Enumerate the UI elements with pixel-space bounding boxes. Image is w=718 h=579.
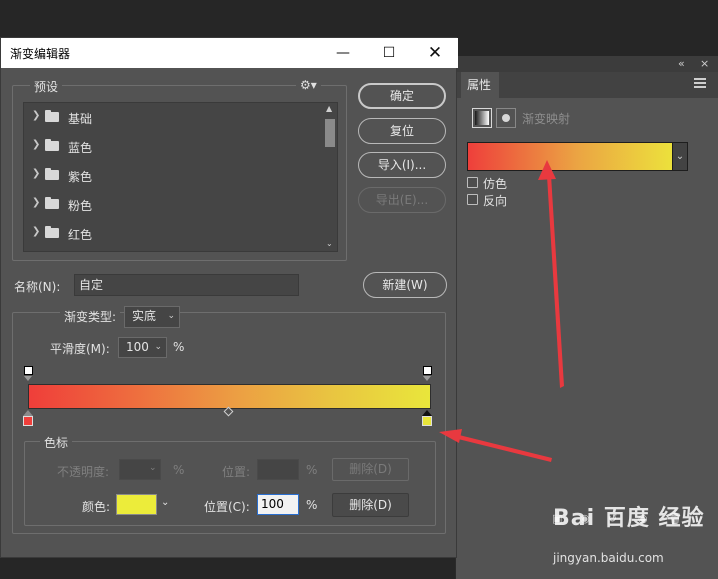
color-dropdown-chevron-icon[interactable]: ⌄ <box>161 497 169 508</box>
preset-label: 紫色 <box>68 170 93 184</box>
folder-icon <box>45 139 59 151</box>
watermark-url: jingyan.baidu.com <box>553 551 664 565</box>
title-bar: 渐变编辑器 — ☐ ✕ <box>1 38 458 68</box>
color-swatch[interactable] <box>116 494 157 515</box>
opacity-location-input[interactable] <box>257 459 299 480</box>
gradient-bar[interactable] <box>28 384 431 409</box>
color-stop-left[interactable] <box>23 416 33 426</box>
preset-folder[interactable]: ❯ 红色 <box>24 219 324 248</box>
scroll-up-icon[interactable]: ▲ <box>326 103 332 116</box>
close-icon[interactable]: ✕ <box>412 38 458 68</box>
reset-button[interactable]: 复位 <box>358 118 446 144</box>
preset-label: 粉色 <box>68 199 93 213</box>
preset-label: 基础 <box>68 112 93 126</box>
opacity-stop-left-pointer <box>24 376 32 381</box>
chevron-down-icon: ⌄ <box>154 342 162 352</box>
gradient-type-label: 渐变类型: <box>60 308 121 325</box>
presets-gear-icon[interactable]: ⚙▾ <box>296 78 321 92</box>
minimize-icon[interactable]: — <box>320 38 366 68</box>
adjustment-title: 渐变映射 <box>522 112 571 126</box>
new-button[interactable]: 新建(W) <box>363 272 447 298</box>
scroll-down-icon[interactable]: ⌄ <box>326 237 333 251</box>
gradient-map-icon[interactable] <box>472 108 492 128</box>
ok-button[interactable]: 确定 <box>358 83 446 109</box>
opacity-delete-button[interactable]: 删除(D) <box>332 458 409 481</box>
name-input[interactable]: 自定 <box>74 274 299 296</box>
panel-menu-icon[interactable] <box>694 78 706 88</box>
folder-icon <box>45 197 59 209</box>
color-location-percent: % <box>306 498 318 512</box>
smoothness-percent: % <box>173 340 185 354</box>
color-stop-right-selected[interactable] <box>422 416 432 426</box>
folder-icon <box>45 226 59 238</box>
folder-icon <box>45 110 59 122</box>
chevron-right-icon[interactable]: ❯ <box>32 139 40 150</box>
mask-icon[interactable] <box>496 108 516 128</box>
gradient-dropdown-chevron-icon[interactable]: ⌄ <box>672 142 688 171</box>
preset-folder[interactable]: ❯ 紫色 <box>24 161 324 190</box>
reverse-checkbox[interactable] <box>467 194 478 205</box>
reverse-label: 反向 <box>483 194 508 208</box>
chevron-right-icon[interactable]: ❯ <box>32 226 40 237</box>
dither-checkbox[interactable] <box>467 177 478 188</box>
chevron-right-icon[interactable]: ❯ <box>32 197 40 208</box>
panel-top-bar: « × <box>456 56 718 72</box>
opacity-location-percent: % <box>306 463 318 477</box>
preset-folder[interactable]: ❯ 基础 <box>24 103 324 132</box>
maximize-icon[interactable]: ☐ <box>366 38 412 68</box>
import-button[interactable]: 导入(I)... <box>358 152 446 178</box>
preset-list[interactable]: ❯ 基础 ❯ 蓝色 ❯ 紫色 ❯ 粉色 ❯ 红色 ▲ ⌄ <box>23 102 338 252</box>
export-button[interactable]: 导出(E)... <box>358 187 446 213</box>
dither-label: 仿色 <box>483 177 508 191</box>
color-delete-button[interactable]: 删除(D) <box>332 493 409 517</box>
stops-label: 色标 <box>40 434 73 451</box>
preset-label: 蓝色 <box>68 141 93 155</box>
close-panel-icon[interactable]: × <box>700 57 709 71</box>
chevron-right-icon[interactable]: ❯ <box>32 110 40 121</box>
opacity-location-label: 位置: <box>222 465 251 479</box>
folder-icon <box>45 168 59 180</box>
tab-properties[interactable]: 属性 <box>461 72 499 98</box>
gradient-preview[interactable] <box>467 142 687 171</box>
opacity-stop-right[interactable] <box>423 366 432 375</box>
chevron-right-icon[interactable]: ❯ <box>32 168 40 179</box>
opacity-stop-right-pointer <box>423 376 431 381</box>
watermark-logo: Bai 百度 经验 <box>553 506 705 531</box>
preset-label: 红色 <box>68 228 93 242</box>
gradient-type-value: 实底 <box>132 309 157 323</box>
preset-folder[interactable]: ❯ 蓝色 <box>24 132 324 161</box>
opacity-label: 不透明度: <box>57 465 110 479</box>
opacity-stop-left[interactable] <box>24 366 33 375</box>
smoothness-label: 平滑度(M): <box>50 342 110 356</box>
presets-label: 预设 <box>30 78 63 95</box>
opacity-dropdown-chevron-icon[interactable]: ⌄ <box>149 463 157 473</box>
smoothness-select[interactable]: 100 ⌄ <box>118 337 167 358</box>
color-location-input[interactable]: 100 <box>257 494 299 515</box>
opacity-percent: % <box>173 463 185 477</box>
scrollbar-thumb[interactable] <box>325 119 335 147</box>
collapse-icon[interactable]: « <box>678 57 685 71</box>
chevron-down-icon: ⌄ <box>167 311 175 321</box>
smoothness-value: 100 <box>126 340 149 354</box>
color-location-label: 位置(C): <box>204 500 250 514</box>
gradient-editor-dialog: 渐变编辑器 — ☐ ✕ 预设 ⚙▾ ❯ 基础 ❯ 蓝色 ❯ 紫色 ❯ 粉色 ❯ <box>0 37 458 558</box>
color-label: 颜色: <box>82 500 111 514</box>
name-label: 名称(N): <box>14 280 61 294</box>
gradient-type-select[interactable]: 实底 ⌄ <box>124 306 180 328</box>
preset-folder[interactable]: ❯ 粉色 <box>24 190 324 219</box>
dialog-title: 渐变编辑器 <box>10 47 71 61</box>
